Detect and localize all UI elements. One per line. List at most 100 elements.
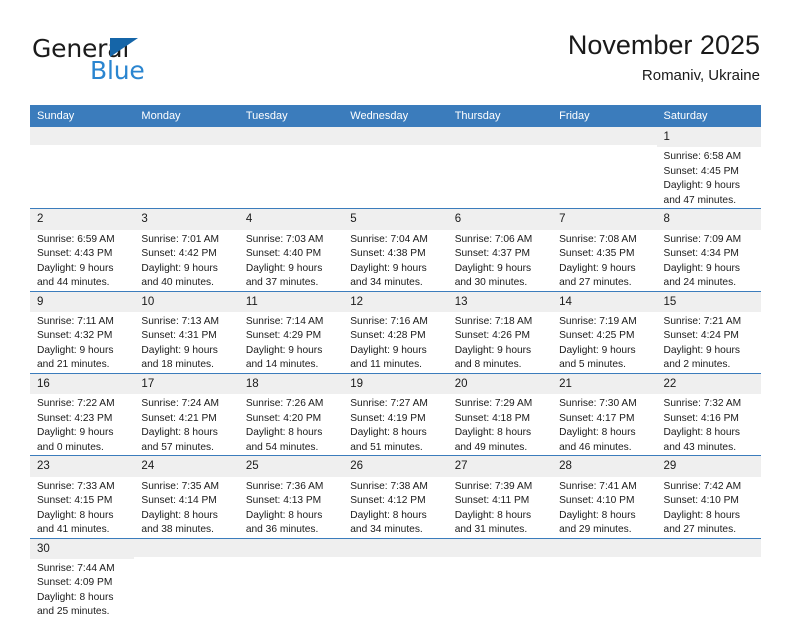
calendar-day-cell[interactable]: 17 Sunrise: 7:24 AM Sunset: 4:21 PM Dayligh…	[134, 373, 239, 457]
daylight-text-line1: Daylight: 8 hours	[559, 509, 636, 521]
calendar-day-cell[interactable]: 1 Sunrise: 6:58 AM Sunset: 4:45 PM Daylight…	[656, 127, 761, 210]
calendar-day-cell[interactable]: 19 Sunrise: 7:27 AM Sunset: 4:19 PM Dayligh…	[343, 373, 448, 457]
daylight-text-line2: and 0 minutes.	[37, 441, 104, 453]
calendar-week-row: 1 Sunrise: 6:58 AM Sunset: 4:45 PM Daylight…	[30, 127, 761, 210]
day-details: Sunrise: 7:14 AM Sunset: 4:29 PM Daylight:…	[239, 312, 343, 373]
calendar-day-cell[interactable]	[552, 538, 657, 620]
daylight-text-line1: Daylight: 9 hours	[454, 262, 532, 274]
day-number	[238, 538, 344, 557]
daylight-text-line2: and 49 minutes.	[454, 441, 528, 453]
sunset-text: Sunset: 4:21 PM	[141, 412, 217, 424]
calendar-day-cell[interactable]: 9 Sunrise: 7:11 AM Sunset: 4:32 PM Daylight…	[30, 291, 135, 374]
calendar-day-cell[interactable]: 29 Sunrise: 7:42 AM Sunset: 4:10 PM Dayligh…	[656, 455, 761, 539]
calendar-day-cell[interactable]: 21 Sunrise: 7:30 AM Sunset: 4:17 PM Dayligh…	[552, 373, 657, 457]
day-number: 21	[552, 373, 657, 395]
brand-logo[interactable]: General Blue	[32, 36, 252, 92]
calendar-day-cell[interactable]: 18 Sunrise: 7:26 AM Sunset: 4:20 PM Dayligh…	[238, 373, 344, 457]
calendar-day-cell[interactable]	[238, 127, 344, 210]
daylight-text-line2: and 27 minutes.	[663, 524, 737, 536]
daylight-text-line1: Daylight: 8 hours	[141, 509, 218, 521]
daylight-text-line2: and 34 minutes.	[350, 277, 423, 289]
day-number: 15	[656, 291, 761, 312]
calendar-day-cell[interactable]: 16 Sunrise: 7:22 AM Sunset: 4:23 PM Dayligh…	[30, 373, 135, 457]
calendar-day-cell[interactable]	[30, 127, 135, 210]
calendar-day-cell[interactable]	[134, 538, 239, 620]
day-number: 8	[656, 209, 761, 230]
daylight-text-line1: Daylight: 8 hours	[350, 509, 427, 521]
calendar-day-cell[interactable]	[343, 127, 448, 210]
calendar-day-cell[interactable]	[656, 538, 761, 620]
daylight-text-line1: Daylight: 9 hours	[559, 344, 636, 356]
day-number: 19	[343, 373, 448, 395]
calendar-day-cell[interactable]	[238, 538, 344, 620]
sunrise-text: Sunrise: 7:18 AM	[454, 316, 533, 327]
sunset-text: Sunset: 4:13 PM	[245, 495, 322, 507]
sunrise-text: Sunrise: 7:33 AM	[37, 480, 115, 492]
daylight-text-line2: and 34 minutes.	[350, 524, 423, 536]
sunset-text: Sunset: 4:10 PM	[663, 495, 739, 507]
sunset-text: Sunset: 4:40 PM	[245, 248, 322, 260]
day-details: Sunrise: 7:04 AM Sunset: 4:38 PM Daylight:…	[343, 230, 447, 291]
calendar-day-cell[interactable]: 14 Sunrise: 7:19 AM Sunset: 4:25 PM Dayligh…	[552, 291, 657, 374]
calendar-day-cell[interactable]: 2 Sunrise: 6:59 AM Sunset: 4:43 PM Daylight…	[30, 208, 135, 292]
calendar-day-cell[interactable]: 15 Sunrise: 7:21 AM Sunset: 4:24 PM Dayligh…	[656, 291, 761, 374]
daylight-text-line1: Daylight: 8 hours	[663, 509, 740, 521]
calendar-day-cell[interactable]: 11 Sunrise: 7:14 AM Sunset: 4:29 PM Dayligh…	[238, 291, 344, 374]
calendar-day-cell[interactable]: 24 Sunrise: 7:35 AM Sunset: 4:14 PM Dayligh…	[134, 455, 239, 539]
calendar-day-cell[interactable]	[447, 538, 553, 620]
weekday-header-thursday: Thursday	[447, 105, 553, 127]
calendar-day-cell[interactable]: 7 Sunrise: 7:08 AM Sunset: 4:35 PM Daylight…	[552, 208, 657, 292]
sunset-text: Sunset: 4:17 PM	[559, 412, 635, 424]
daylight-text-line1: Daylight: 9 hours	[663, 344, 740, 356]
daylight-text-line1: Daylight: 8 hours	[454, 509, 532, 521]
calendar-day-cell[interactable]: 5 Sunrise: 7:04 AM Sunset: 4:38 PM Daylight…	[343, 208, 448, 292]
sunrise-text: Sunrise: 7:38 AM	[350, 480, 428, 492]
sunrise-text: Sunrise: 7:21 AM	[663, 316, 742, 327]
calendar-day-cell[interactable]: 27 Sunrise: 7:39 AM Sunset: 4:11 PM Dayligh…	[447, 455, 553, 539]
day-number	[656, 538, 761, 557]
daylight-text-line2: and 38 minutes.	[141, 524, 214, 536]
calendar-day-cell[interactable]: 20 Sunrise: 7:29 AM Sunset: 4:18 PM Dayligh…	[447, 373, 553, 457]
calendar-day-cell[interactable]: 8 Sunrise: 7:09 AM Sunset: 4:34 PM Daylight…	[656, 208, 761, 292]
calendar-day-cell[interactable]: 6 Sunrise: 7:06 AM Sunset: 4:37 PM Daylight…	[447, 208, 553, 292]
day-number: 23	[30, 456, 135, 477]
day-details: Sunrise: 7:03 AM Sunset: 4:40 PM Daylight:…	[239, 230, 343, 291]
calendar-day-cell[interactable]: 3 Sunrise: 7:01 AM Sunset: 4:42 PM Daylight…	[134, 208, 239, 292]
calendar-day-cell[interactable]: 26 Sunrise: 7:38 AM Sunset: 4:12 PM Dayligh…	[343, 455, 448, 539]
daylight-text-line1: Daylight: 8 hours	[454, 427, 532, 439]
calendar-day-cell[interactable]: 13 Sunrise: 7:18 AM Sunset: 4:26 PM Dayligh…	[447, 291, 553, 374]
calendar-week-row: 2 Sunrise: 6:59 AM Sunset: 4:43 PM Daylight…	[30, 208, 761, 292]
calendar-day-cell[interactable]: 25 Sunrise: 7:36 AM Sunset: 4:13 PM Dayligh…	[238, 455, 344, 539]
calendar-day-cell[interactable]	[134, 127, 239, 210]
calendar-day-cell[interactable]: 10 Sunrise: 7:13 AM Sunset: 4:31 PM Dayligh…	[134, 291, 239, 374]
calendar-day-cell[interactable]	[447, 127, 553, 210]
daylight-text-line2: and 2 minutes.	[663, 359, 731, 371]
sunset-text: Sunset: 4:15 PM	[37, 495, 113, 507]
calendar-day-cell[interactable]: 22 Sunrise: 7:32 AM Sunset: 4:16 PM Dayligh…	[656, 373, 761, 457]
day-details: Sunrise: 7:27 AM Sunset: 4:19 PM Daylight:…	[343, 394, 447, 455]
weekday-header-sunday: Sunday	[30, 105, 135, 127]
day-number: 6	[447, 209, 553, 230]
calendar-day-cell[interactable]: 12 Sunrise: 7:16 AM Sunset: 4:28 PM Dayligh…	[343, 291, 448, 374]
brand-name-blue: Blue	[90, 56, 145, 85]
calendar-day-cell[interactable]	[552, 127, 657, 210]
day-number	[447, 538, 553, 557]
daylight-text-line2: and 11 minutes.	[350, 359, 423, 371]
calendar-day-cell[interactable]: 4 Sunrise: 7:03 AM Sunset: 4:40 PM Daylight…	[238, 208, 344, 292]
sunset-text: Sunset: 4:32 PM	[37, 330, 113, 342]
day-details: Sunrise: 7:13 AM Sunset: 4:31 PM Daylight:…	[134, 312, 238, 373]
calendar-table: Sunday Monday Tuesday Wednesday Thursday…	[30, 105, 761, 620]
calendar-day-cell[interactable]: 23 Sunrise: 7:33 AM Sunset: 4:15 PM Dayligh…	[30, 455, 135, 539]
day-details: Sunrise: 7:06 AM Sunset: 4:37 PM Daylight:…	[448, 230, 552, 291]
daylight-text-line2: and 29 minutes.	[559, 524, 632, 536]
daylight-text-line2: and 57 minutes.	[141, 441, 214, 453]
calendar-day-cell[interactable]: 30 Sunrise: 7:44 AM Sunset: 4:09 PM Dayligh…	[30, 538, 135, 620]
day-number: 17	[134, 373, 239, 395]
day-details: Sunrise: 7:33 AM Sunset: 4:15 PM Daylight:…	[30, 477, 134, 538]
sunrise-text: Sunrise: 7:24 AM	[141, 398, 220, 410]
daylight-text-line1: Daylight: 9 hours	[350, 344, 427, 356]
sunset-text: Sunset: 4:20 PM	[245, 412, 322, 424]
calendar-day-cell[interactable]: 28 Sunrise: 7:41 AM Sunset: 4:10 PM Dayligh…	[552, 455, 657, 539]
calendar-day-cell[interactable]	[343, 538, 448, 620]
day-details: Sunrise: 7:36 AM Sunset: 4:13 PM Daylight:…	[239, 477, 343, 538]
